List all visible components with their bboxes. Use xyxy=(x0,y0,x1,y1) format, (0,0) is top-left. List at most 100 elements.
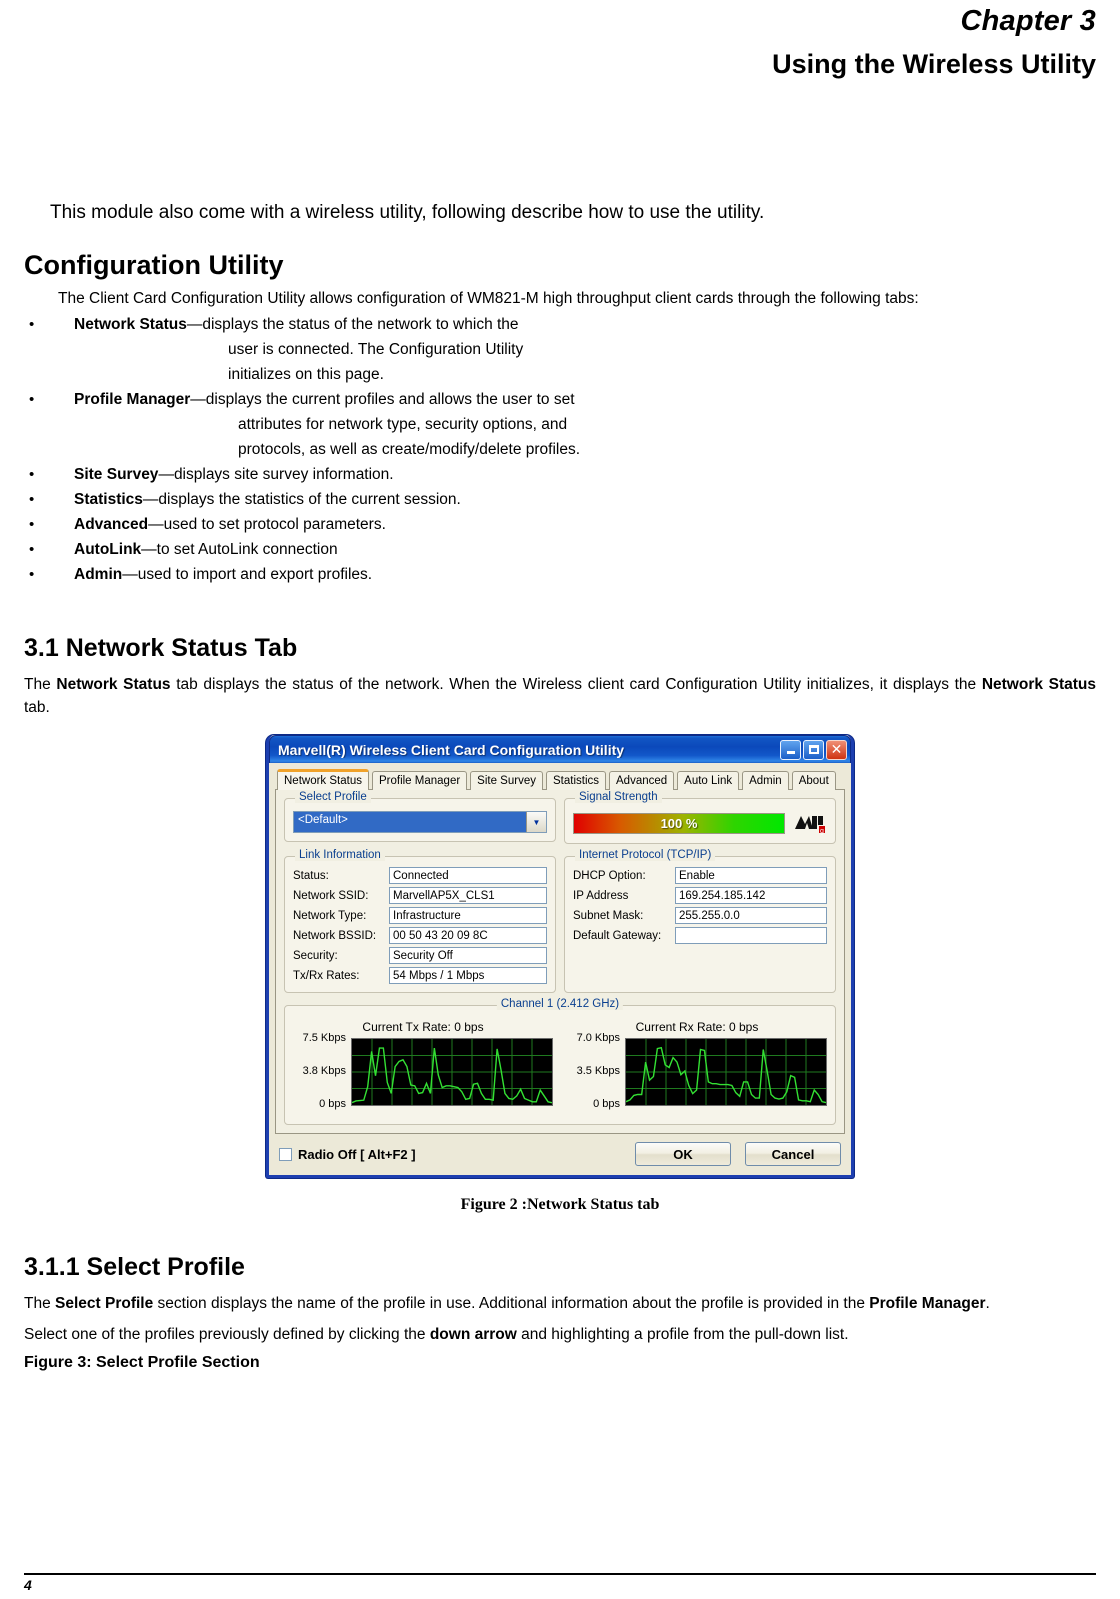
signal-strength-column: Signal Strength 100 % g xyxy=(564,791,836,844)
list-item-body: Advanced—used to set protocol parameters… xyxy=(52,512,1096,537)
chevron-down-icon[interactable]: ▼ xyxy=(526,812,546,832)
term: Statistics xyxy=(74,491,143,508)
text-run: The xyxy=(24,1295,56,1312)
svg-text:g: g xyxy=(820,828,824,835)
rx-y-tick: 3.5 Kbps xyxy=(576,1065,620,1077)
tab-network-status[interactable]: Network Status xyxy=(277,769,369,790)
text-run-bold: down arrow xyxy=(429,1326,517,1343)
field-row: Network Type: Infrastructure xyxy=(293,907,547,924)
section-3-1-paragraph: The Network Status tab displays the stat… xyxy=(24,673,1096,719)
window-title: Marvell(R) Wireless Client Card Configur… xyxy=(278,741,625,758)
radio-off-checkbox[interactable] xyxy=(279,1147,292,1161)
continuation-line: user is connected. The Configuration Uti… xyxy=(228,341,524,358)
list-item: • Advanced—used to set protocol paramete… xyxy=(24,512,1096,537)
ok-button[interactable]: OK xyxy=(635,1142,731,1166)
tcpip-column: Internet Protocol (TCP/IP) DHCP Option: … xyxy=(564,849,836,993)
info-row: Link Information Status: Connected Netwo… xyxy=(284,849,836,993)
section-3-1-1-paragraph-2: Select one of the profiles previously de… xyxy=(24,1323,1096,1346)
bullet-icon: • xyxy=(29,391,35,408)
field-row: Network SSID: MarvellAP5X_CLS1 xyxy=(293,887,547,904)
link-information-group: Link Information Status: Connected Netwo… xyxy=(284,849,556,993)
tx-y-tick: 3.8 Kbps xyxy=(302,1065,346,1077)
list-item: • Site Survey—displays site survey infor… xyxy=(24,462,1096,487)
tab-admin[interactable]: Admin xyxy=(742,771,789,790)
select-profile-group: Select Profile <Default> ▼ xyxy=(284,791,556,842)
maximize-icon xyxy=(808,745,819,754)
term: Advanced xyxy=(74,516,149,533)
signal-strength-group: Signal Strength 100 % g xyxy=(564,791,836,844)
term: Admin xyxy=(74,566,123,583)
text-run-bold: Network Status xyxy=(981,676,1097,693)
term: Network Status xyxy=(74,316,187,333)
list-item-body: Network Status—displays the status of th… xyxy=(52,312,1096,337)
signal-strength-row: 100 % g xyxy=(573,811,827,835)
field-row: Subnet Mask: 255.255.0.0 xyxy=(573,907,827,924)
term: AutoLink xyxy=(74,541,142,558)
radio-off-checkbox-row[interactable]: Radio Off [ Alt+F2 ] xyxy=(279,1147,416,1162)
list-item: • Statistics—displays the statistics of … xyxy=(24,487,1096,512)
rx-y-tick: 0 bps xyxy=(593,1098,620,1110)
rx-y-axis: 7.0 Kbps 3.5 Kbps 0 bps xyxy=(567,1032,625,1110)
field-label: Subnet Mask: xyxy=(573,909,644,922)
maximize-button[interactable] xyxy=(803,739,824,760)
close-button[interactable]: ✕ xyxy=(826,739,847,760)
text-run: . xyxy=(985,1295,990,1312)
field-label: Status: xyxy=(293,869,329,882)
dhcp-option-value: Enable xyxy=(675,867,827,884)
list-item-body: Profile Manager—displays the current pro… xyxy=(52,387,1096,412)
tab-about[interactable]: About xyxy=(791,771,836,790)
minimize-icon xyxy=(786,751,795,754)
field-label: IP Address xyxy=(573,889,629,902)
description: —displays the status of the network to w… xyxy=(186,316,519,333)
bullet-icon: • xyxy=(29,316,35,333)
select-profile-value: <Default> xyxy=(294,812,526,832)
list-item: • Profile Manager—displays the current p… xyxy=(24,387,1096,462)
section-3-1-1-heading: 3.1.1 Select Profile xyxy=(24,1253,245,1281)
continuation-line: attributes for network type, security op… xyxy=(238,416,568,433)
list-item: • AutoLink—to set AutoLink connection xyxy=(24,537,1096,562)
tx-rate-plot xyxy=(351,1038,553,1106)
configuration-utility-lead: The Client Card Configuration Utility al… xyxy=(58,290,919,307)
tab-profile-manager[interactable]: Profile Manager xyxy=(371,771,468,790)
tcpip-legend: Internet Protocol (TCP/IP) xyxy=(575,849,716,861)
rx-y-tick: 7.0 Kbps xyxy=(576,1032,620,1044)
list-item-body: Site Survey—displays site survey informa… xyxy=(52,462,1096,487)
status-value: Connected xyxy=(389,867,547,884)
continuation-line: protocols, as well as create/modify/dele… xyxy=(238,441,581,458)
bullet-icon: • xyxy=(29,566,35,583)
cancel-button[interactable]: Cancel xyxy=(745,1142,841,1166)
tx-y-tick: 0 bps xyxy=(319,1098,346,1110)
rx-rate-plot xyxy=(625,1038,827,1106)
window-titlebar[interactable]: Marvell(R) Wireless Client Card Configur… xyxy=(269,735,851,763)
select-profile-dropdown[interactable]: <Default> ▼ xyxy=(293,811,547,833)
text-run: and highlighting a profile from the pull… xyxy=(516,1326,849,1343)
field-label: Security: xyxy=(293,949,338,962)
bullet-icon: • xyxy=(29,466,35,483)
intro-paragraph: This module also come with a wireless ut… xyxy=(50,202,765,223)
rx-graph-area: 7.0 Kbps 3.5 Kbps 0 bps xyxy=(567,1032,827,1116)
description: —displays the current profiles and allow… xyxy=(190,391,575,408)
dialog-bottom-bar: Radio Off [ Alt+F2 ] OK Cancel xyxy=(275,1134,845,1168)
field-label: DHCP Option: xyxy=(573,869,646,882)
footer-divider xyxy=(24,1573,1096,1575)
minimize-button[interactable] xyxy=(780,739,801,760)
field-row: Status: Connected xyxy=(293,867,547,884)
description: —used to set protocol parameters. xyxy=(148,516,386,533)
field-row: Security: Security Off xyxy=(293,947,547,964)
tab-auto-link[interactable]: Auto Link xyxy=(677,771,740,790)
document-page: Chapter 3 Using the Wireless Utility Thi… xyxy=(0,4,1120,1599)
tx-graph-column: Current Tx Rate: 0 bps 7.5 Kbps 3.8 Kbps… xyxy=(293,1020,553,1116)
tx-rx-rates-value: 54 Mbps / 1 Mbps xyxy=(389,967,547,984)
tab-site-survey[interactable]: Site Survey xyxy=(470,771,543,790)
marvell-logo-icon: g xyxy=(793,811,827,835)
tab-statistics[interactable]: Statistics xyxy=(545,771,606,790)
text-run: The xyxy=(24,676,57,693)
select-profile-legend: Select Profile xyxy=(295,791,371,803)
term: Site Survey xyxy=(74,466,159,483)
window-controls: ✕ xyxy=(780,739,847,760)
list-item-body: AutoLink—to set AutoLink connection xyxy=(52,537,1096,562)
list-item-body: Statistics—displays the statistics of th… xyxy=(52,487,1096,512)
page-number: 4 xyxy=(24,1577,32,1593)
tab-advanced[interactable]: Advanced xyxy=(609,771,675,790)
section-3-1-1-paragraph-1: The Select Profile section displays the … xyxy=(24,1292,1096,1315)
